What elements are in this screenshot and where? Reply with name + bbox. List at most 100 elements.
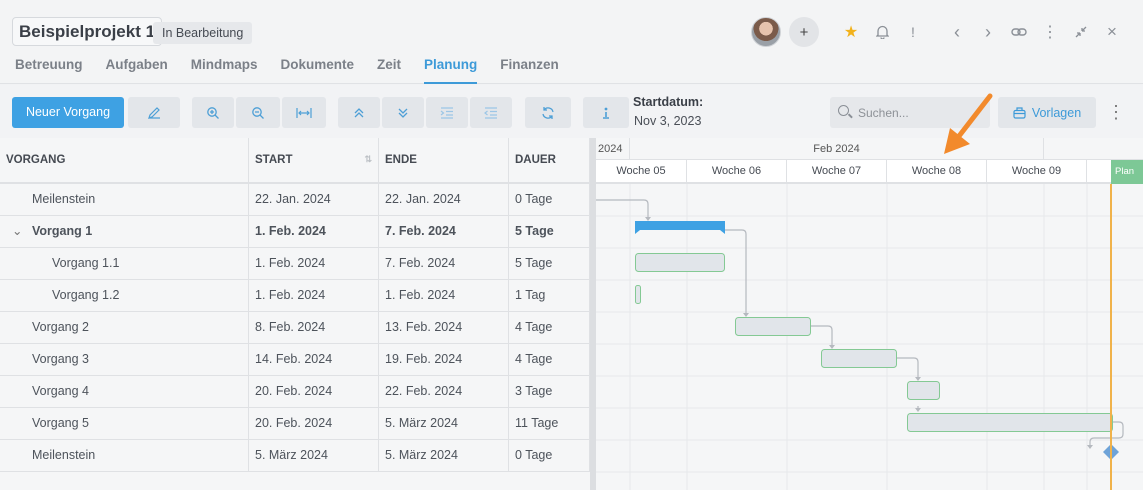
zoom-in-button[interactable] (192, 97, 234, 128)
task-start: 22. Jan. 2024 (249, 184, 379, 215)
col-vorgang[interactable]: VORGANG (0, 138, 249, 182)
start-date-value[interactable]: Nov 3, 2023 (634, 114, 701, 128)
table-row[interactable]: Vorgang 2 8. Feb. 2024 13. Feb. 2024 4 T… (0, 312, 590, 344)
grid-header: VORGANG START ⇅ ENDE DAUER (0, 138, 590, 184)
table-row[interactable]: ⌄ Vorgang 1 1. Feb. 2024 7. Feb. 2024 5 T… (0, 216, 590, 248)
task-duration: 1 Tag (509, 280, 590, 311)
edit-button[interactable] (128, 97, 180, 128)
task-end: 7. Feb. 2024 (379, 248, 509, 279)
expand-all-button[interactable] (382, 97, 424, 128)
chevrons-up-icon (354, 107, 364, 117)
task-name: Vorgang 2 (0, 312, 249, 343)
task-bar-vorgang-5[interactable] (907, 413, 1113, 432)
table-row[interactable]: Vorgang 3 14. Feb. 2024 19. Feb. 2024 4 … (0, 344, 590, 376)
table-row[interactable]: Vorgang 1.2 1. Feb. 2024 1. Feb. 2024 1 … (0, 280, 590, 312)
fit-width-button[interactable] (282, 97, 326, 128)
task-bar-vorgang-1-1[interactable] (635, 253, 725, 272)
template-icon (1013, 106, 1026, 119)
avatar[interactable] (751, 17, 781, 47)
week-header: Woche 05 (596, 160, 687, 182)
tab-planung[interactable]: Planung (424, 57, 478, 84)
table-row[interactable]: Meilenstein 5. März 2024 5. März 2024 0 … (0, 440, 590, 472)
chevrons-down-icon (398, 108, 408, 118)
col-start-label: START (255, 154, 293, 166)
week-header: Woche 09 (987, 160, 1087, 182)
task-end: 5. März 2024 (379, 440, 509, 471)
task-end: 19. Feb. 2024 (379, 344, 509, 375)
status-badge[interactable]: In Bearbeitung (153, 22, 253, 44)
task-start: 1. Feb. 2024 (249, 248, 379, 279)
tab-dokumente[interactable]: Dokumente (281, 57, 355, 84)
task-duration: 0 Tage (509, 440, 590, 471)
task-start: 14. Feb. 2024 (249, 344, 379, 375)
close-icon[interactable]: × (1099, 19, 1125, 45)
collapse-all-button[interactable] (338, 97, 380, 128)
sort-icon[interactable]: ⇅ (364, 154, 372, 165)
table-row[interactable]: Vorgang 5 20. Feb. 2024 5. März 2024 11 … (0, 408, 590, 440)
indent-icon (440, 106, 453, 119)
task-start: 5. März 2024 (249, 440, 379, 471)
task-start: 8. Feb. 2024 (249, 312, 379, 343)
header-actions: + ★ ! ‹ › ⋮ × (751, 16, 1125, 48)
tab-finanzen[interactable]: Finanzen (500, 57, 559, 84)
project-panel: Beispielprojekt 1 In Bearbeitung + ★ ! ‹… (0, 0, 1143, 490)
dependency-link (810, 325, 833, 346)
week-header: Woche 07 (787, 160, 887, 182)
dependency-link (724, 229, 747, 314)
table-row[interactable]: Meilenstein 22. Jan. 2024 22. Jan. 2024 … (0, 184, 590, 216)
task-name: Vorgang 1 (32, 224, 93, 238)
summary-bar-vorgang-1[interactable] (635, 221, 725, 234)
task-name: Meilenstein (0, 440, 249, 471)
task-bar-vorgang-3[interactable] (821, 349, 897, 368)
task-start: 1. Feb. 2024 (249, 280, 379, 311)
gantt-bars (596, 184, 1143, 490)
outdent-button[interactable] (470, 97, 512, 128)
link-icon[interactable] (1006, 19, 1032, 45)
week-header: Woche 08 (887, 160, 987, 182)
task-bar-vorgang-2[interactable] (735, 317, 811, 336)
col-ende[interactable]: ENDE (379, 138, 509, 182)
tab-betreuung[interactable]: Betreuung (15, 57, 83, 84)
refresh-icon (542, 106, 554, 119)
table-row[interactable]: Vorgang 1.1 1. Feb. 2024 7. Feb. 2024 5 … (0, 248, 590, 280)
chevron-down-icon[interactable]: ⌄ (12, 216, 26, 247)
alert-icon[interactable]: ! (900, 19, 926, 45)
task-duration: 11 Tage (509, 408, 590, 439)
info-button[interactable] (583, 97, 629, 128)
pencil-icon (148, 106, 160, 119)
toolbar-more-icon[interactable]: ⋮ (1106, 100, 1126, 125)
dependency-link (596, 199, 649, 218)
task-duration: 0 Tage (509, 184, 590, 215)
task-end: 22. Jan. 2024 (379, 184, 509, 215)
task-bar-vorgang-4[interactable] (907, 381, 940, 400)
start-date-label: Startdatum: (633, 95, 704, 109)
fit-width-icon (296, 107, 312, 118)
templates-label: Vorlagen (1031, 105, 1082, 120)
project-tabs: Betreuung Aufgaben Mindmaps Dokumente Ze… (15, 57, 582, 84)
refresh-button[interactable] (525, 97, 571, 128)
col-dauer[interactable]: DAUER (509, 138, 590, 182)
task-end: 5. März 2024 (379, 408, 509, 439)
outdent-icon (484, 106, 497, 119)
tab-aufgaben[interactable]: Aufgaben (106, 57, 168, 84)
tab-zeit[interactable]: Zeit (377, 57, 401, 84)
add-member-button[interactable]: + (789, 17, 819, 47)
col-start[interactable]: START ⇅ (249, 138, 379, 182)
collapse-icon[interactable] (1068, 19, 1094, 45)
task-bar-vorgang-1-2[interactable] (635, 285, 641, 304)
table-row[interactable]: Vorgang 4 20. Feb. 2024 22. Feb. 2024 3 … (0, 376, 590, 408)
zoom-in-icon (207, 106, 219, 119)
more-vertical-icon[interactable]: ⋮ (1037, 19, 1063, 45)
project-title[interactable]: Beispielprojekt 1 (12, 17, 163, 46)
star-icon[interactable]: ★ (838, 19, 864, 45)
zoom-out-button[interactable] (236, 97, 280, 128)
indent-button[interactable] (426, 97, 468, 128)
task-start: 20. Feb. 2024 (249, 408, 379, 439)
templates-button[interactable]: Vorlagen (998, 97, 1096, 128)
new-task-button[interactable]: Neuer Vorgang (12, 97, 124, 128)
bell-icon[interactable] (869, 19, 895, 45)
chevron-right-icon[interactable]: › (975, 19, 1001, 45)
tab-mindmaps[interactable]: Mindmaps (191, 57, 258, 84)
chevron-left-icon[interactable]: ‹ (944, 19, 970, 45)
timeline-year: 2024 (596, 138, 630, 160)
